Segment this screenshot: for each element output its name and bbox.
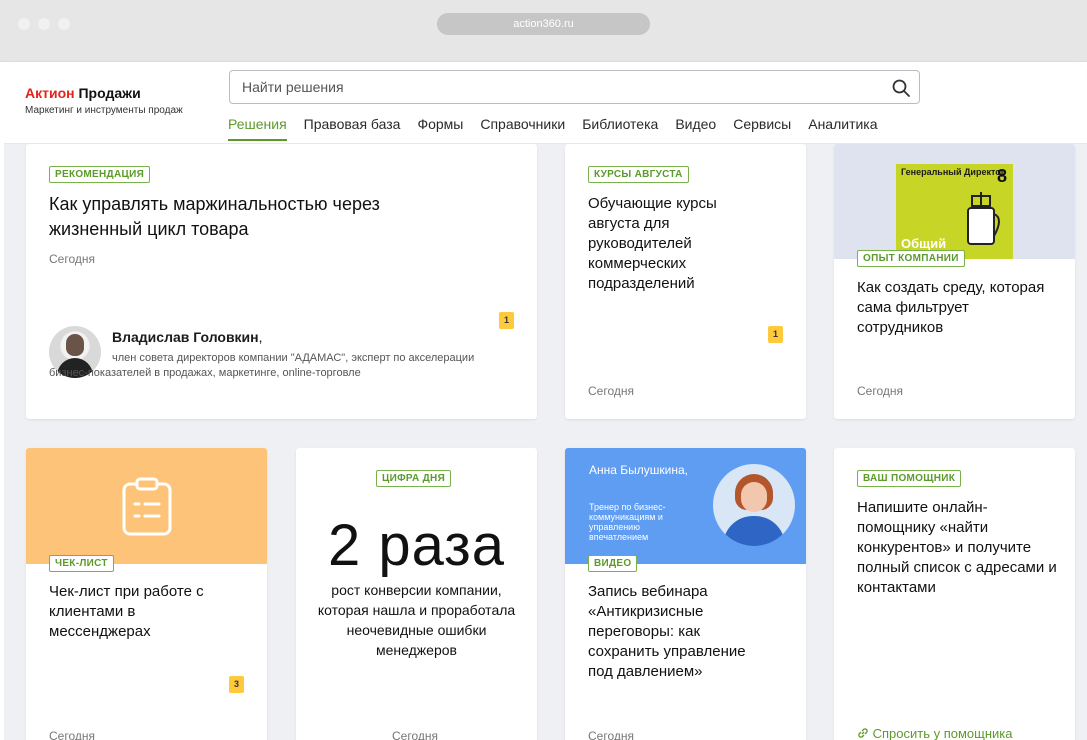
card-date: Сегодня [857,384,903,398]
card-webinar[interactable]: Анна Былушкина, Тренер по бизнес-коммуни… [565,448,806,740]
nav-video[interactable]: Видео [675,116,716,141]
logo-product: Продажи [78,85,141,101]
comment-count: 1 [768,326,783,343]
speaker-role: Тренер по бизнес-коммуникациям и управле… [589,502,666,542]
comment-count: 1 [499,312,514,329]
card-title[interactable]: Напишите онлайн-помощнику «найти конкуре… [857,498,1062,598]
magazine-title: Генеральный Директор [901,167,1007,177]
figure-description[interactable]: рост конверсии компании, которая нашла и… [311,580,522,660]
logo-subtitle: Маркетинг и инструменты продаж [25,105,183,116]
nav-analytics[interactable]: Аналитика [808,116,877,141]
logo[interactable]: Актион Продажи Маркетинг и инструменты п… [25,85,183,116]
french-press-icon [967,192,1000,245]
link-label: Спросить у помощника [872,726,1013,740]
address-bar[interactable]: action360.ru [437,13,650,35]
maximize-dot[interactable] [58,18,70,30]
card-recommendation[interactable]: РЕКОМЕНДАЦИЯ Как управлять маржинальност… [26,144,537,419]
link-icon [858,728,868,738]
clipboard-icon [122,477,172,536]
card-title[interactable]: Как управлять маржинальностью через жизн… [49,192,449,242]
comment-count: 3 [229,676,244,693]
badge: ВИДЕО [588,555,638,572]
card-date: Сегодня [49,252,95,266]
card-date: Сегодня [588,384,634,398]
author-name[interactable]: Владислав Головкин [112,329,259,345]
ask-assistant-link[interactable]: Спросить у помощника [857,726,1013,740]
nav-library[interactable]: Библиотека [582,116,658,141]
card-title[interactable]: Чек-лист при работе с клиентами в мессен… [49,582,209,642]
author-comma: , [258,329,263,345]
card-title[interactable]: Запись вебинара «Антикризисные переговор… [588,582,768,682]
minimize-dot[interactable] [38,18,50,30]
big-number: 2 раза [327,513,506,578]
search-icon[interactable] [891,78,911,98]
badge: РЕКОМЕНДАЦИЯ [49,166,151,183]
checklist-cover [26,448,267,564]
nav-forms[interactable]: Формы [417,116,463,141]
site-header: Актион Продажи Маркетинг и инструменты п… [4,62,1087,144]
speaker-photo [713,464,795,546]
card-title[interactable]: Обучающие курсы августа для руководителе… [588,194,748,294]
magazine-issue: 8 [996,166,1007,186]
card-date: Сегодня [49,729,95,740]
nav-services[interactable]: Сервисы [733,116,791,141]
badge: КУРСЫ АВГУСТА [588,166,689,183]
card-assistant[interactable]: ВАШ ПОМОЩНИК Напишите онлайн-помощнику «… [834,448,1075,740]
author-line: Владислав Головкин, [112,329,263,345]
card-date: Сегодня [392,729,438,740]
card-company-experience[interactable]: Генеральный Директор 8 Общий ОПЫТ КОМПАН… [834,144,1075,419]
badge: ОПЫТ КОМПАНИИ [857,250,965,267]
nav-legal[interactable]: Правовая база [304,116,401,141]
webinar-cover: Анна Былушкина, Тренер по бизнес-коммуни… [565,448,806,564]
page: Актион Продажи Маркетинг и инструменты п… [4,62,1087,740]
magazine: Генеральный Директор 8 Общий [896,164,1013,259]
speaker-name: Анна Былушкина, [589,463,688,477]
badge: ВАШ ПОМОЩНИК [857,470,962,487]
nav-solutions[interactable]: Решения [228,116,287,141]
nav-references[interactable]: Справочники [480,116,565,141]
card-date: Сегодня [588,729,634,740]
window-controls [18,18,70,30]
badge: ЦИФРА ДНЯ [376,470,452,487]
magazine-word: Общий [901,236,947,251]
card-courses[interactable]: КУРСЫ АВГУСТА Обучающие курсы августа дл… [565,144,806,419]
author-bio: член совета директоров компании "АДАМАС"… [49,352,475,379]
card-checklist[interactable]: ЧЕК-ЛИСТ Чек-лист при работе с клиентами… [26,448,267,740]
magazine-cover: Генеральный Директор 8 Общий [834,144,1075,259]
card-title[interactable]: Как создать среду, которая сама фильтруе… [857,278,1057,338]
logo-brand: Актион [25,85,75,101]
main-nav: Решения Правовая база Формы Справочники … [228,116,895,141]
search-input[interactable] [230,71,870,103]
browser-chrome: action360.ru [0,0,1087,62]
card-daily-figure[interactable]: ЦИФРА ДНЯ 2 раза рост конверсии компании… [296,448,537,740]
search-box [229,70,920,104]
close-dot[interactable] [18,18,30,30]
badge: ЧЕК-ЛИСТ [49,555,114,572]
